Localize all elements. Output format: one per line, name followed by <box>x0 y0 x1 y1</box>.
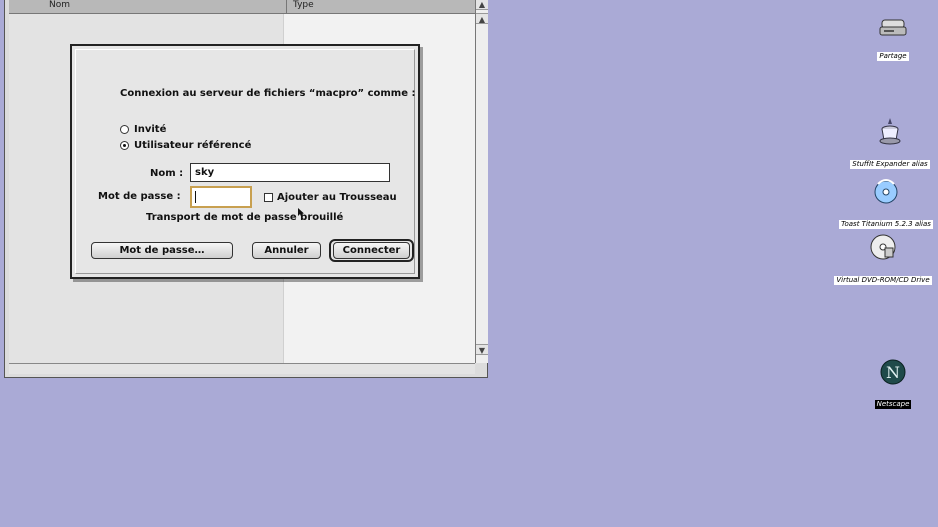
dialog-prompt: Connexion au serveur de fichiers “macpro… <box>120 88 416 99</box>
desktop-icon-label: Partage <box>877 52 909 61</box>
scroll-up-arrow-icon[interactable]: ▲ <box>476 13 488 24</box>
radio-button-selected-icon[interactable] <box>120 140 129 150</box>
server-icon <box>879 19 907 36</box>
desktop-icon-label: Netscape <box>874 400 912 409</box>
password-input[interactable] <box>190 186 252 208</box>
desktop-icon-label: StuffIt Expander alias <box>850 160 930 169</box>
disc-icon <box>870 234 896 260</box>
name-input[interactable]: sky <box>190 163 390 182</box>
desktop-icon-stuffit[interactable]: StuffIt Expander alias <box>842 116 938 170</box>
toast-icon <box>874 179 898 204</box>
radio-registered-user[interactable]: Utilisateur référencé <box>120 138 251 152</box>
column-header: Nom Type <box>9 0 475 14</box>
stuffit-icon <box>879 118 901 145</box>
connect-button[interactable]: Connecter <box>333 242 410 259</box>
password-label: Mot de passe : <box>98 191 181 202</box>
desktop-icon-partage[interactable]: Partage <box>866 18 920 62</box>
scroll-up-arrow-icon[interactable]: ▲ <box>476 0 488 10</box>
netscape-icon: N <box>880 359 906 385</box>
column-type[interactable]: Type <box>293 0 314 10</box>
desktop-icon-label: Toast Titanium 5.2.3 alias <box>839 220 933 229</box>
transport-note: Transport de mot de passe brouillé <box>146 212 344 223</box>
keychain-checkbox-row[interactable]: Ajouter au Trousseau <box>264 190 397 204</box>
default-button-ring: Connecter <box>329 239 414 262</box>
column-divider[interactable] <box>286 0 287 13</box>
connect-dialog: Connexion au serveur de fichiers “macpro… <box>70 44 420 279</box>
horizontal-scrollbar[interactable] <box>9 363 475 374</box>
change-password-button[interactable]: Mot de passe… <box>91 242 233 259</box>
checkbox-icon[interactable] <box>264 192 273 202</box>
mouse-cursor-icon <box>298 208 304 218</box>
radio-guest-label: Invité <box>134 123 167 135</box>
cancel-button[interactable]: Annuler <box>252 242 321 259</box>
desktop-icon-virtual-dvd[interactable]: Virtual DVD-ROM/CD Drive <box>828 232 938 286</box>
svg-text:N: N <box>886 363 900 382</box>
radio-guest[interactable]: Invité <box>120 122 166 136</box>
radio-button-icon[interactable] <box>120 124 129 134</box>
desktop-icon-label: Virtual DVD-ROM/CD Drive <box>834 276 932 285</box>
desktop-icon-netscape[interactable]: N Netscape <box>866 358 920 410</box>
scroll-down-arrow-icon[interactable]: ▼ <box>476 344 488 355</box>
keychain-label: Ajouter au Trousseau <box>277 191 397 203</box>
name-label: Nom : <box>150 168 184 179</box>
desktop-icon-toast[interactable]: Toast Titanium 5.2.3 alias <box>834 178 938 230</box>
vertical-scrollbar[interactable]: ▲ ▲ ▼ <box>475 0 488 363</box>
radio-registered-user-label: Utilisateur référencé <box>134 139 252 151</box>
column-nom[interactable]: Nom <box>49 0 70 10</box>
